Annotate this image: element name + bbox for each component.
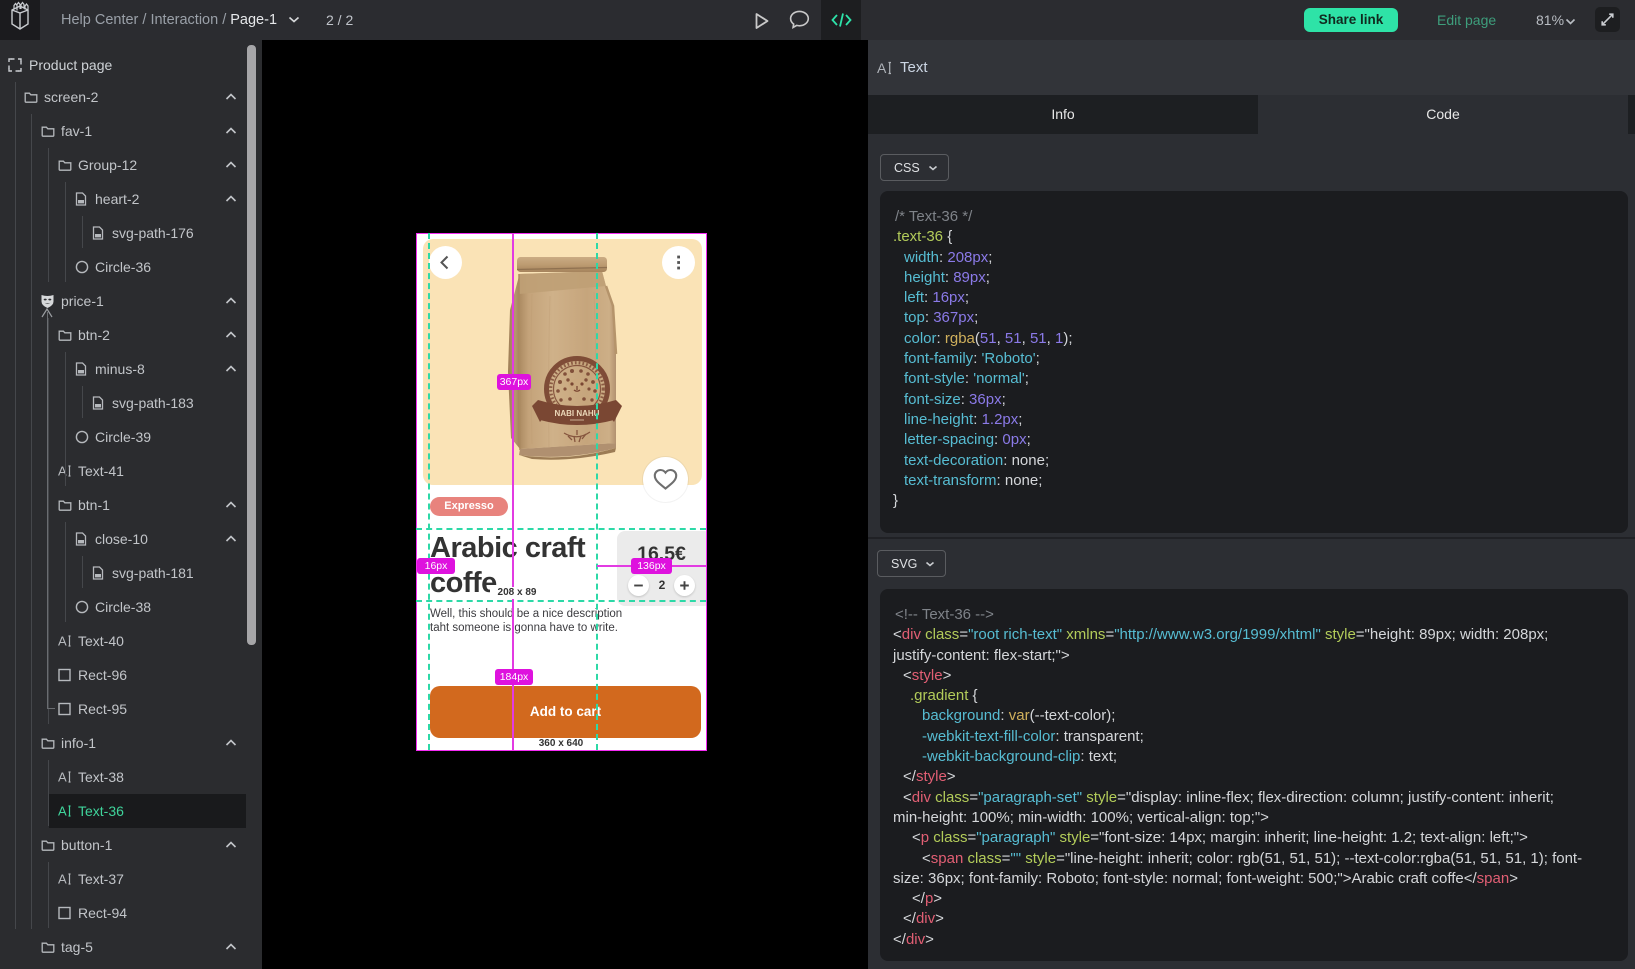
svg-text:NABI NAHU: NABI NAHU [555, 409, 600, 418]
svg-text:A: A [58, 805, 67, 818]
svg-text:A: A [58, 771, 67, 784]
svg-text:A: A [877, 61, 887, 75]
svg-text:A: A [58, 873, 67, 886]
svg-text:A: A [58, 635, 67, 648]
